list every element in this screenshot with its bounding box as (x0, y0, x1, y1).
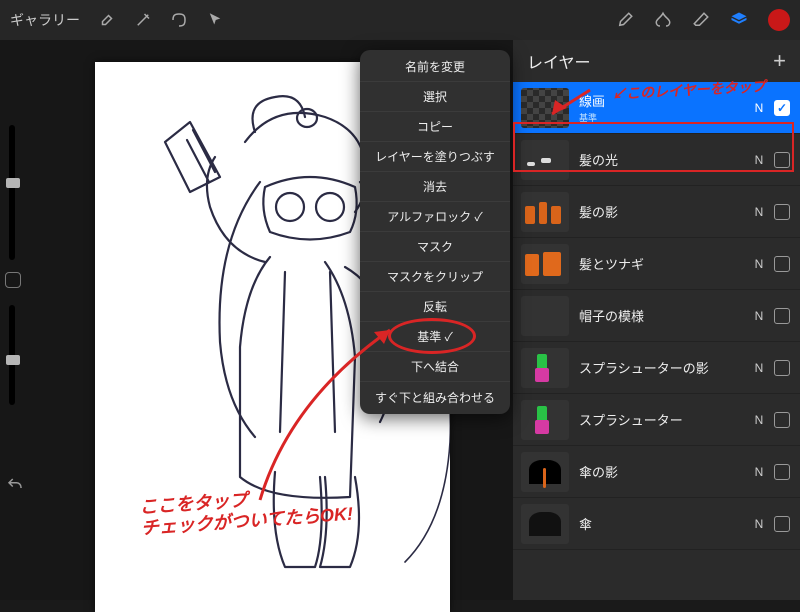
layer-row[interactable]: スプラシューターN (513, 394, 800, 446)
blend-mode[interactable]: N (750, 257, 768, 271)
layer-row[interactable]: 帽子の模様N (513, 290, 800, 342)
ctx-item[interactable]: レイヤーを塗りつぶす (360, 142, 510, 172)
ctx-item[interactable]: 選択 (360, 82, 510, 112)
brush-icon[interactable] (616, 11, 634, 29)
ctx-item[interactable]: マスクをクリップ (360, 262, 510, 292)
visibility-checkbox[interactable] (774, 360, 790, 376)
layer-row[interactable]: 髪の光N (513, 134, 800, 186)
ctx-item[interactable]: コピー (360, 112, 510, 142)
layer-thumb (521, 296, 569, 336)
layer-name: 帽子の模様 (579, 306, 750, 325)
ctx-item[interactable]: 消去 (360, 172, 510, 202)
visibility-checkbox[interactable] (774, 100, 790, 116)
brush-size-knob[interactable] (6, 178, 20, 188)
layer-row[interactable]: 線画基準N (513, 82, 800, 134)
layer-row[interactable]: スプラシューターの影N (513, 342, 800, 394)
wand-icon[interactable] (134, 11, 152, 29)
layer-name: 傘 (579, 514, 750, 533)
layer-name: 髪とツナギ (579, 254, 750, 273)
layers-panel: レイヤー + 線画基準N髪の光N髪の影N髪とツナギN帽子の模様Nスプラシューター… (513, 40, 800, 600)
wrench-icon[interactable] (98, 11, 116, 29)
visibility-checkbox[interactable] (774, 412, 790, 428)
pointer-icon[interactable] (206, 11, 224, 29)
color-picker[interactable] (768, 9, 790, 31)
blend-mode[interactable]: N (750, 465, 768, 479)
layer-thumb (521, 140, 569, 180)
layer-name: 傘の影 (579, 462, 750, 481)
visibility-checkbox[interactable] (774, 152, 790, 168)
layer-row[interactable]: 傘N (513, 498, 800, 550)
undo-icon[interactable] (6, 476, 24, 494)
layer-row[interactable]: 髪の影N (513, 186, 800, 238)
layer-thumb (521, 88, 569, 128)
ctx-item[interactable]: 基準 ✓ (360, 322, 510, 352)
layer-thumb (521, 400, 569, 440)
left-rail (0, 80, 30, 600)
ctx-item[interactable]: 反転 (360, 292, 510, 322)
layer-name: スプラシューターの影 (579, 358, 750, 377)
top-toolbar: ギャラリー (0, 0, 800, 40)
brush-size-track[interactable] (9, 125, 15, 260)
layer-name: 髪の光 (579, 150, 750, 169)
ctx-item[interactable]: アルファロック ✓ (360, 202, 510, 232)
opacity-knob[interactable] (6, 355, 20, 365)
layers-icon[interactable] (730, 11, 748, 29)
select-icon[interactable] (170, 11, 188, 29)
blend-mode[interactable]: N (750, 361, 768, 375)
layer-context-menu: 名前を変更選択コピーレイヤーを塗りつぶす消去アルファロック ✓マスクマスクをクリ… (360, 50, 510, 414)
blend-mode[interactable]: N (750, 101, 768, 115)
blend-mode[interactable]: N (750, 517, 768, 531)
layer-name: 髪の影 (579, 202, 750, 221)
layer-thumb (521, 452, 569, 492)
layers-header: レイヤー + (513, 40, 800, 82)
layer-thumb (521, 504, 569, 544)
blend-mode[interactable]: N (750, 205, 768, 219)
add-layer-button[interactable]: + (773, 48, 786, 74)
layer-name: 線画 (579, 91, 750, 110)
ctx-item[interactable]: 下へ結合 (360, 352, 510, 382)
blend-mode[interactable]: N (750, 153, 768, 167)
eraser-icon[interactable] (692, 11, 710, 29)
visibility-checkbox[interactable] (774, 204, 790, 220)
blend-mode[interactable]: N (750, 309, 768, 323)
visibility-checkbox[interactable] (774, 516, 790, 532)
layer-thumb (521, 348, 569, 388)
blend-mode[interactable]: N (750, 413, 768, 427)
layer-name: スプラシューター (579, 410, 750, 429)
visibility-checkbox[interactable] (774, 464, 790, 480)
modifier-button[interactable] (5, 272, 21, 288)
ctx-item[interactable]: 名前を変更 (360, 52, 510, 82)
visibility-checkbox[interactable] (774, 256, 790, 272)
layer-thumb (521, 192, 569, 232)
smudge-icon[interactable] (654, 11, 672, 29)
ctx-item[interactable]: すぐ下と組み合わせる (360, 382, 510, 412)
ctx-item[interactable]: マスク (360, 232, 510, 262)
layer-thumb (521, 244, 569, 284)
layer-row[interactable]: 髪とツナギN (513, 238, 800, 290)
layers-title: レイヤー (527, 49, 591, 73)
visibility-checkbox[interactable] (774, 308, 790, 324)
layer-sub: 基準 (579, 111, 750, 124)
gallery-button[interactable]: ギャラリー (10, 10, 80, 30)
layer-row[interactable]: 傘の影N (513, 446, 800, 498)
layers-list[interactable]: 線画基準N髪の光N髪の影N髪とツナギN帽子の模様Nスプラシューターの影Nスプラシ… (513, 82, 800, 600)
